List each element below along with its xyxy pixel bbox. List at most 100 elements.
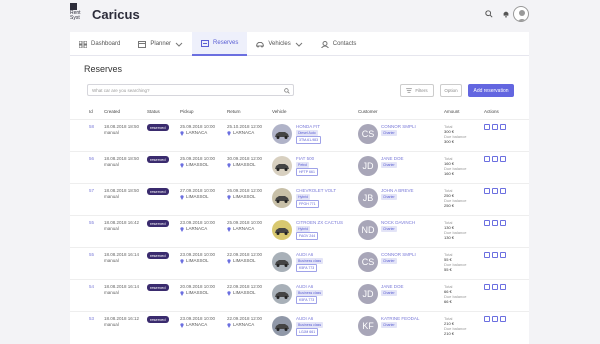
view-icon[interactable]	[484, 316, 490, 322]
search-input[interactable]: What car are you searching?	[87, 84, 294, 96]
return-location: LIMASSOL	[233, 194, 256, 199]
document-icon[interactable]	[500, 220, 506, 226]
edit-icon[interactable]	[492, 220, 498, 226]
filter-icon	[406, 88, 413, 93]
edit-icon[interactable]	[492, 316, 498, 322]
user-avatar[interactable]	[513, 6, 529, 22]
add-reservation-button[interactable]: Add reservation	[468, 84, 514, 97]
customer-avatar[interactable]: JD	[358, 284, 378, 304]
vehicle-photo[interactable]	[272, 156, 292, 176]
tab-label: Contacts	[332, 41, 357, 47]
location-pin-icon	[180, 258, 184, 264]
document-icon[interactable]	[500, 188, 506, 194]
table-row[interactable]: 57 18.08.2018 18:50 manual reserved 27.0…	[70, 183, 529, 215]
document-icon[interactable]	[500, 252, 506, 258]
document-icon[interactable]	[500, 124, 506, 130]
col-return[interactable]: Return	[227, 109, 241, 114]
customer-avatar[interactable]: JB	[358, 188, 378, 208]
edit-icon[interactable]	[492, 252, 498, 258]
customer-tag: Charter	[381, 322, 397, 328]
pickup-location: LIMASSOL	[186, 258, 209, 263]
customer-cell: CONNOR SMPLI Charter	[381, 252, 416, 264]
plate-number: FAGV 244	[296, 232, 319, 240]
reservation-id[interactable]: 58	[89, 124, 94, 129]
app-title: Caricus	[92, 7, 140, 22]
col-vehicle[interactable]: Vehicle	[272, 109, 287, 114]
vehicle-photo[interactable]	[272, 316, 292, 336]
vehicle-photo[interactable]	[272, 284, 292, 304]
table-row[interactable]: 56 18.08.2018 18:50 manual reserved 25.0…	[70, 151, 529, 183]
reservation-id[interactable]: 55	[89, 252, 94, 257]
document-icon[interactable]	[500, 316, 506, 322]
view-icon[interactable]	[484, 220, 490, 226]
table-row[interactable]: 58 18.08.2018 18:50 manual reserved 25.0…	[70, 119, 529, 151]
document-icon[interactable]	[500, 284, 506, 290]
top-bar: Rent Syst Caricus	[0, 0, 600, 32]
option-button[interactable]: Option	[440, 84, 462, 97]
reservation-id[interactable]: 53	[89, 316, 94, 321]
filters-button[interactable]: Filters	[400, 84, 434, 97]
edit-icon[interactable]	[492, 124, 498, 130]
created-by: manual	[104, 226, 119, 231]
vehicle-cell: HONDA FIT Diesel Auto 3TM-61-983	[296, 124, 322, 144]
col-pickup[interactable]: Pickup	[180, 109, 194, 114]
pickup-location: LIMASSOL	[186, 290, 209, 295]
logo-line2: Syst	[70, 15, 80, 21]
tab-label: Dashboard	[91, 41, 121, 47]
amount-cell: Total 130 € Due balance 130 €	[444, 220, 466, 240]
document-icon[interactable]	[500, 156, 506, 162]
pickup-cell: 23.09.2018 10:00 LARNACA	[180, 316, 215, 328]
pickup-cell: 20.09.2018 10:00 LIMASSOL	[180, 284, 215, 296]
table-header: Id Created Status Pickup Return Vehicle …	[70, 106, 529, 118]
location-pin-icon	[180, 290, 184, 296]
tab-dashboard[interactable]: Dashboard	[70, 32, 129, 56]
tab-reserves[interactable]: Reserves	[192, 32, 248, 56]
bell-icon[interactable]	[502, 10, 510, 18]
plate-number: FPGH 771	[296, 200, 319, 208]
reservation-id[interactable]: 55	[89, 220, 94, 225]
view-icon[interactable]	[484, 252, 490, 258]
vehicle-photo[interactable]	[272, 188, 292, 208]
view-icon[interactable]	[484, 188, 490, 194]
col-amount[interactable]: Amount	[444, 109, 460, 114]
table-row[interactable]: 53 18.08.2018 16:12 manual reserved 23.0…	[70, 311, 529, 343]
logo-mark	[70, 3, 77, 10]
customer-avatar[interactable]: CS	[358, 124, 378, 144]
pickup-location: LARNACA	[186, 130, 208, 135]
view-icon[interactable]	[484, 124, 490, 130]
customer-avatar[interactable]: CS	[358, 252, 378, 272]
tab-planner[interactable]: Planner	[129, 32, 192, 56]
edit-icon[interactable]	[492, 156, 498, 162]
vehicle-photo[interactable]	[272, 252, 292, 272]
return-cell: 22.09.2018 12:00 LIMASSOL	[227, 284, 262, 296]
app-logo[interactable]: Rent Syst	[70, 3, 86, 25]
tab-vehicles[interactable]: Vehicles	[247, 32, 311, 56]
actions-cell	[484, 316, 506, 322]
search-icon[interactable]	[485, 10, 493, 18]
col-status[interactable]: Status	[147, 109, 160, 114]
edit-icon[interactable]	[492, 188, 498, 194]
customer-avatar[interactable]: JD	[358, 156, 378, 176]
view-icon[interactable]	[484, 284, 490, 290]
due-value: 250 €	[444, 203, 455, 208]
vehicle-photo[interactable]	[272, 220, 292, 240]
table-row[interactable]: 55 18.08.2018 16:42 manual reserved 23.0…	[70, 215, 529, 247]
customer-avatar[interactable]: ND	[358, 220, 378, 240]
reservation-id[interactable]: 56	[89, 156, 94, 161]
table-row[interactable]: 55 18.08.2018 16:14 manual reserved 23.0…	[70, 247, 529, 279]
customer-tag: Charter	[381, 162, 397, 168]
col-created[interactable]: Created	[104, 109, 120, 114]
vehicle-photo[interactable]	[272, 124, 292, 144]
col-customer[interactable]: Customer	[358, 109, 378, 114]
reservation-id[interactable]: 57	[89, 188, 94, 193]
actions-cell	[484, 284, 506, 290]
view-icon[interactable]	[484, 156, 490, 162]
customer-avatar[interactable]: KF	[358, 316, 378, 336]
reservation-id[interactable]: 54	[89, 284, 94, 289]
edit-icon[interactable]	[492, 284, 498, 290]
search-icon	[284, 88, 290, 94]
table-row[interactable]: 54 18.08.2018 16:14 manual reserved 20.0…	[70, 279, 529, 311]
customer-cell: CONNOR SMPLI Charter	[381, 124, 416, 136]
tab-contacts[interactable]: Contacts	[312, 32, 366, 56]
col-id[interactable]: Id	[89, 109, 93, 114]
